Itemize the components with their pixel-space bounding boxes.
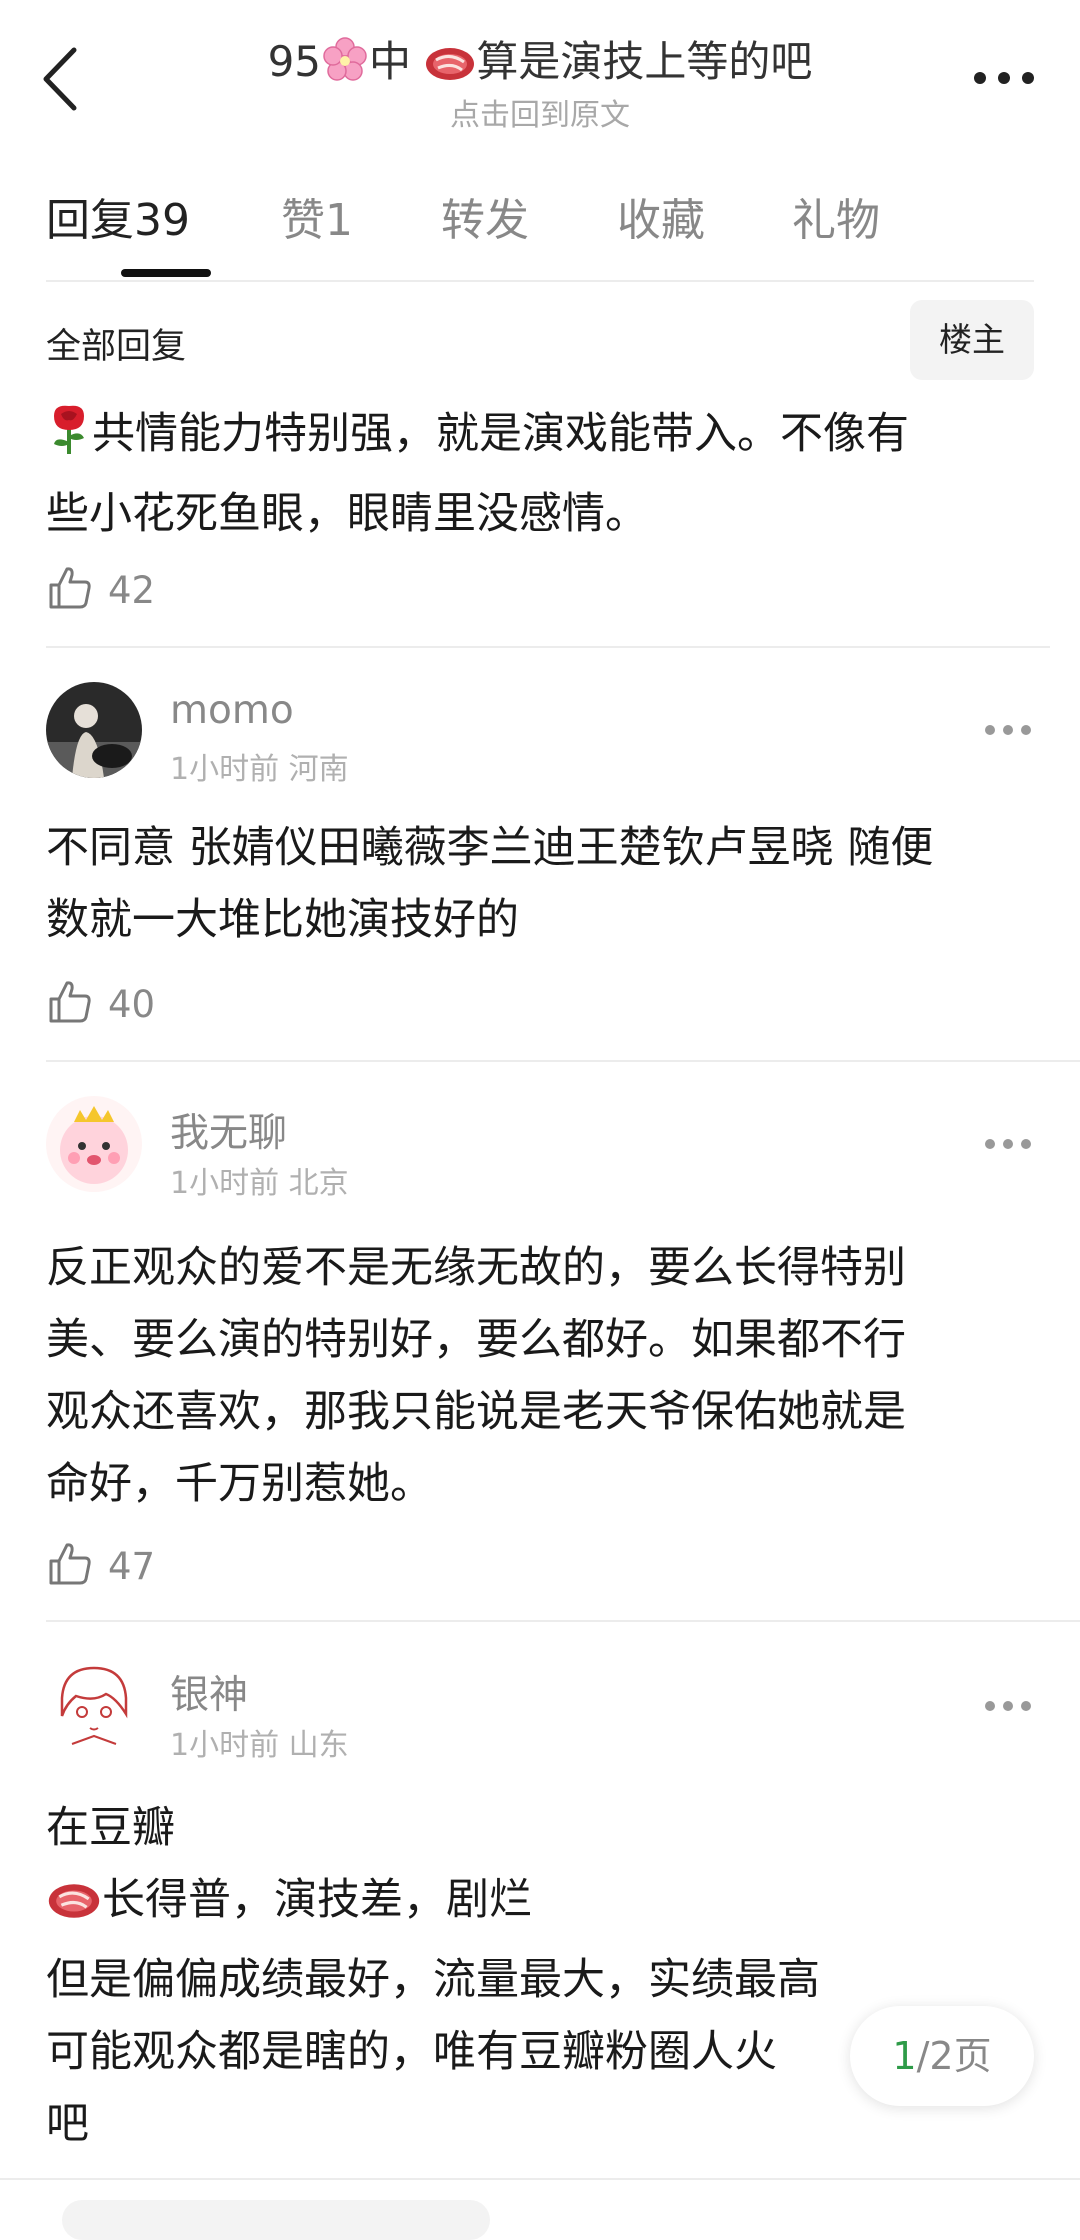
tab-label: 回复 [46,195,134,246]
post-title[interactable]: 95 中 算是演技上等的吧 [180,28,900,94]
active-tab-indicator [121,269,211,277]
comment-line: 观众还喜欢，那我只能说是老天爷保佑她就是 [46,1387,906,1437]
timestamp: 1小时前 [170,1166,280,1201]
tab-likes[interactable]: 赞1 [281,184,353,248]
tab-replies[interactable]: 回复39 [46,184,190,248]
section-title: 全部回复 [46,327,187,367]
comment-meta: 1小时前 山东 [170,1720,349,1764]
avatar[interactable] [46,1096,142,1192]
current-page: 1 [892,2034,917,2078]
comment-line: 共情能力特别强，就是演戏能带入。不像有 [46,398,1034,478]
location: 河南 [288,752,349,787]
comment-body: 在豆瓣 长得普，演技差，剧烂 但是偏偏成绩最好，流量最大，实绩最高 可能观众都是… [46,1792,1034,2160]
more-options-icon[interactable] [964,48,1044,108]
comment-line: 反正观众的爱不是无缘无故的，要么长得特别 [46,1243,906,1293]
comment-line: 但是偏偏成绩最好，流量最大，实绩最高 [46,1955,820,2005]
back-to-original-link[interactable]: 点击回到原文 [0,90,1080,134]
tab-count: 1 [325,195,353,246]
title-mid: 中 [369,37,425,86]
tab-label: 礼物 [792,195,880,246]
comment-line: 美、要么演的特别好，要么都好。如果都不行 [46,1315,906,1365]
title-suffix: 算是演技上等的吧 [476,37,813,86]
avatar[interactable] [46,682,142,778]
comment-line: 长得普，演技差，剧烂 [46,1864,1034,1944]
tab-bar: 回复39 赞1 转发 收藏 礼物 [46,184,1034,284]
comment-line: 不同意 张婧仪田曦薇李兰迪王楚钦卢昱晓 随便 [46,823,934,873]
page-indicator-button[interactable]: 1/2页 [850,2006,1034,2106]
like-button[interactable]: 42 [46,560,155,620]
tab-gifts[interactable]: 礼物 [792,184,880,248]
comment-body: 不同意 张婧仪田曦薇李兰迪王楚钦卢昱晓 随便 数就一大堆比她演技好的 [46,812,1034,956]
username[interactable]: 我无聊 [170,1102,287,1158]
tab-label: 转发 [441,195,529,246]
comment-line: 命好，千万别惹她。 [46,1459,433,1509]
like-button[interactable]: 47 [46,1536,155,1596]
comment-meta: 1小时前 河南 [170,744,349,788]
like-count: 42 [108,568,156,612]
divider [0,2178,1080,2180]
comment-meta: 1小时前 北京 [170,1158,349,1202]
tab-reposts[interactable]: 转发 [441,184,529,248]
rose-emoji-icon [46,402,92,478]
comment-line-text: 长得普，演技差，剧烂 [102,1875,532,1925]
location: 北京 [288,1166,349,1201]
thumbs-up-icon [46,1540,94,1592]
comment-line: 些小花死鱼眼，眼睛里没感情。 [46,489,648,539]
total-pages: /2页 [916,2034,992,2078]
like-count: 47 [108,1544,156,1588]
comment-body: 共情能力特别强，就是演戏能带入。不像有 些小花死鱼眼，眼睛里没感情。 [46,398,1034,550]
tab-label: 赞 [281,195,325,246]
meat-emoji-icon [424,44,476,94]
timestamp: 1小时前 [170,752,280,787]
like-button[interactable]: 40 [46,974,155,1034]
cherry-blossom-emoji-icon [321,36,369,94]
top-bar: 95 中 算是演技上等的吧 点击回到原文 [0,0,1080,140]
avatar[interactable] [46,1658,142,1754]
divider [46,280,1034,282]
reply-input[interactable] [62,2200,490,2240]
title-prefix: 95 [267,37,322,86]
username[interactable]: 银神 [170,1664,248,1720]
comment-line: 数就一大堆比她演技好的 [46,895,519,945]
comment-line: 在豆瓣 [46,1803,175,1853]
tab-count: 39 [134,195,190,246]
comment-more-icon[interactable] [982,1134,1034,1154]
username[interactable]: momo [170,688,294,733]
thumbs-up-icon [46,978,94,1030]
op-only-filter-button[interactable]: 楼主 [910,300,1034,380]
comment-more-icon[interactable] [982,720,1034,740]
tab-label: 收藏 [617,195,705,246]
timestamp: 1小时前 [170,1728,280,1763]
thumbs-up-icon [46,564,94,616]
tab-favorites[interactable]: 收藏 [617,184,705,248]
comment-more-icon[interactable] [982,1696,1034,1716]
location: 山东 [288,1728,349,1763]
divider [46,1060,1080,1062]
meat-emoji-icon [46,1872,102,1944]
comment-body: 反正观众的爱不是无缘无故的，要么长得特别 美、要么演的特别好，要么都好。如果都不… [46,1232,1034,1520]
divider [46,646,1050,648]
like-count: 40 [108,982,156,1026]
divider [46,1620,1080,1622]
comment-line-text: 共情能力特别强，就是演戏能带入。不像有 [92,409,909,459]
